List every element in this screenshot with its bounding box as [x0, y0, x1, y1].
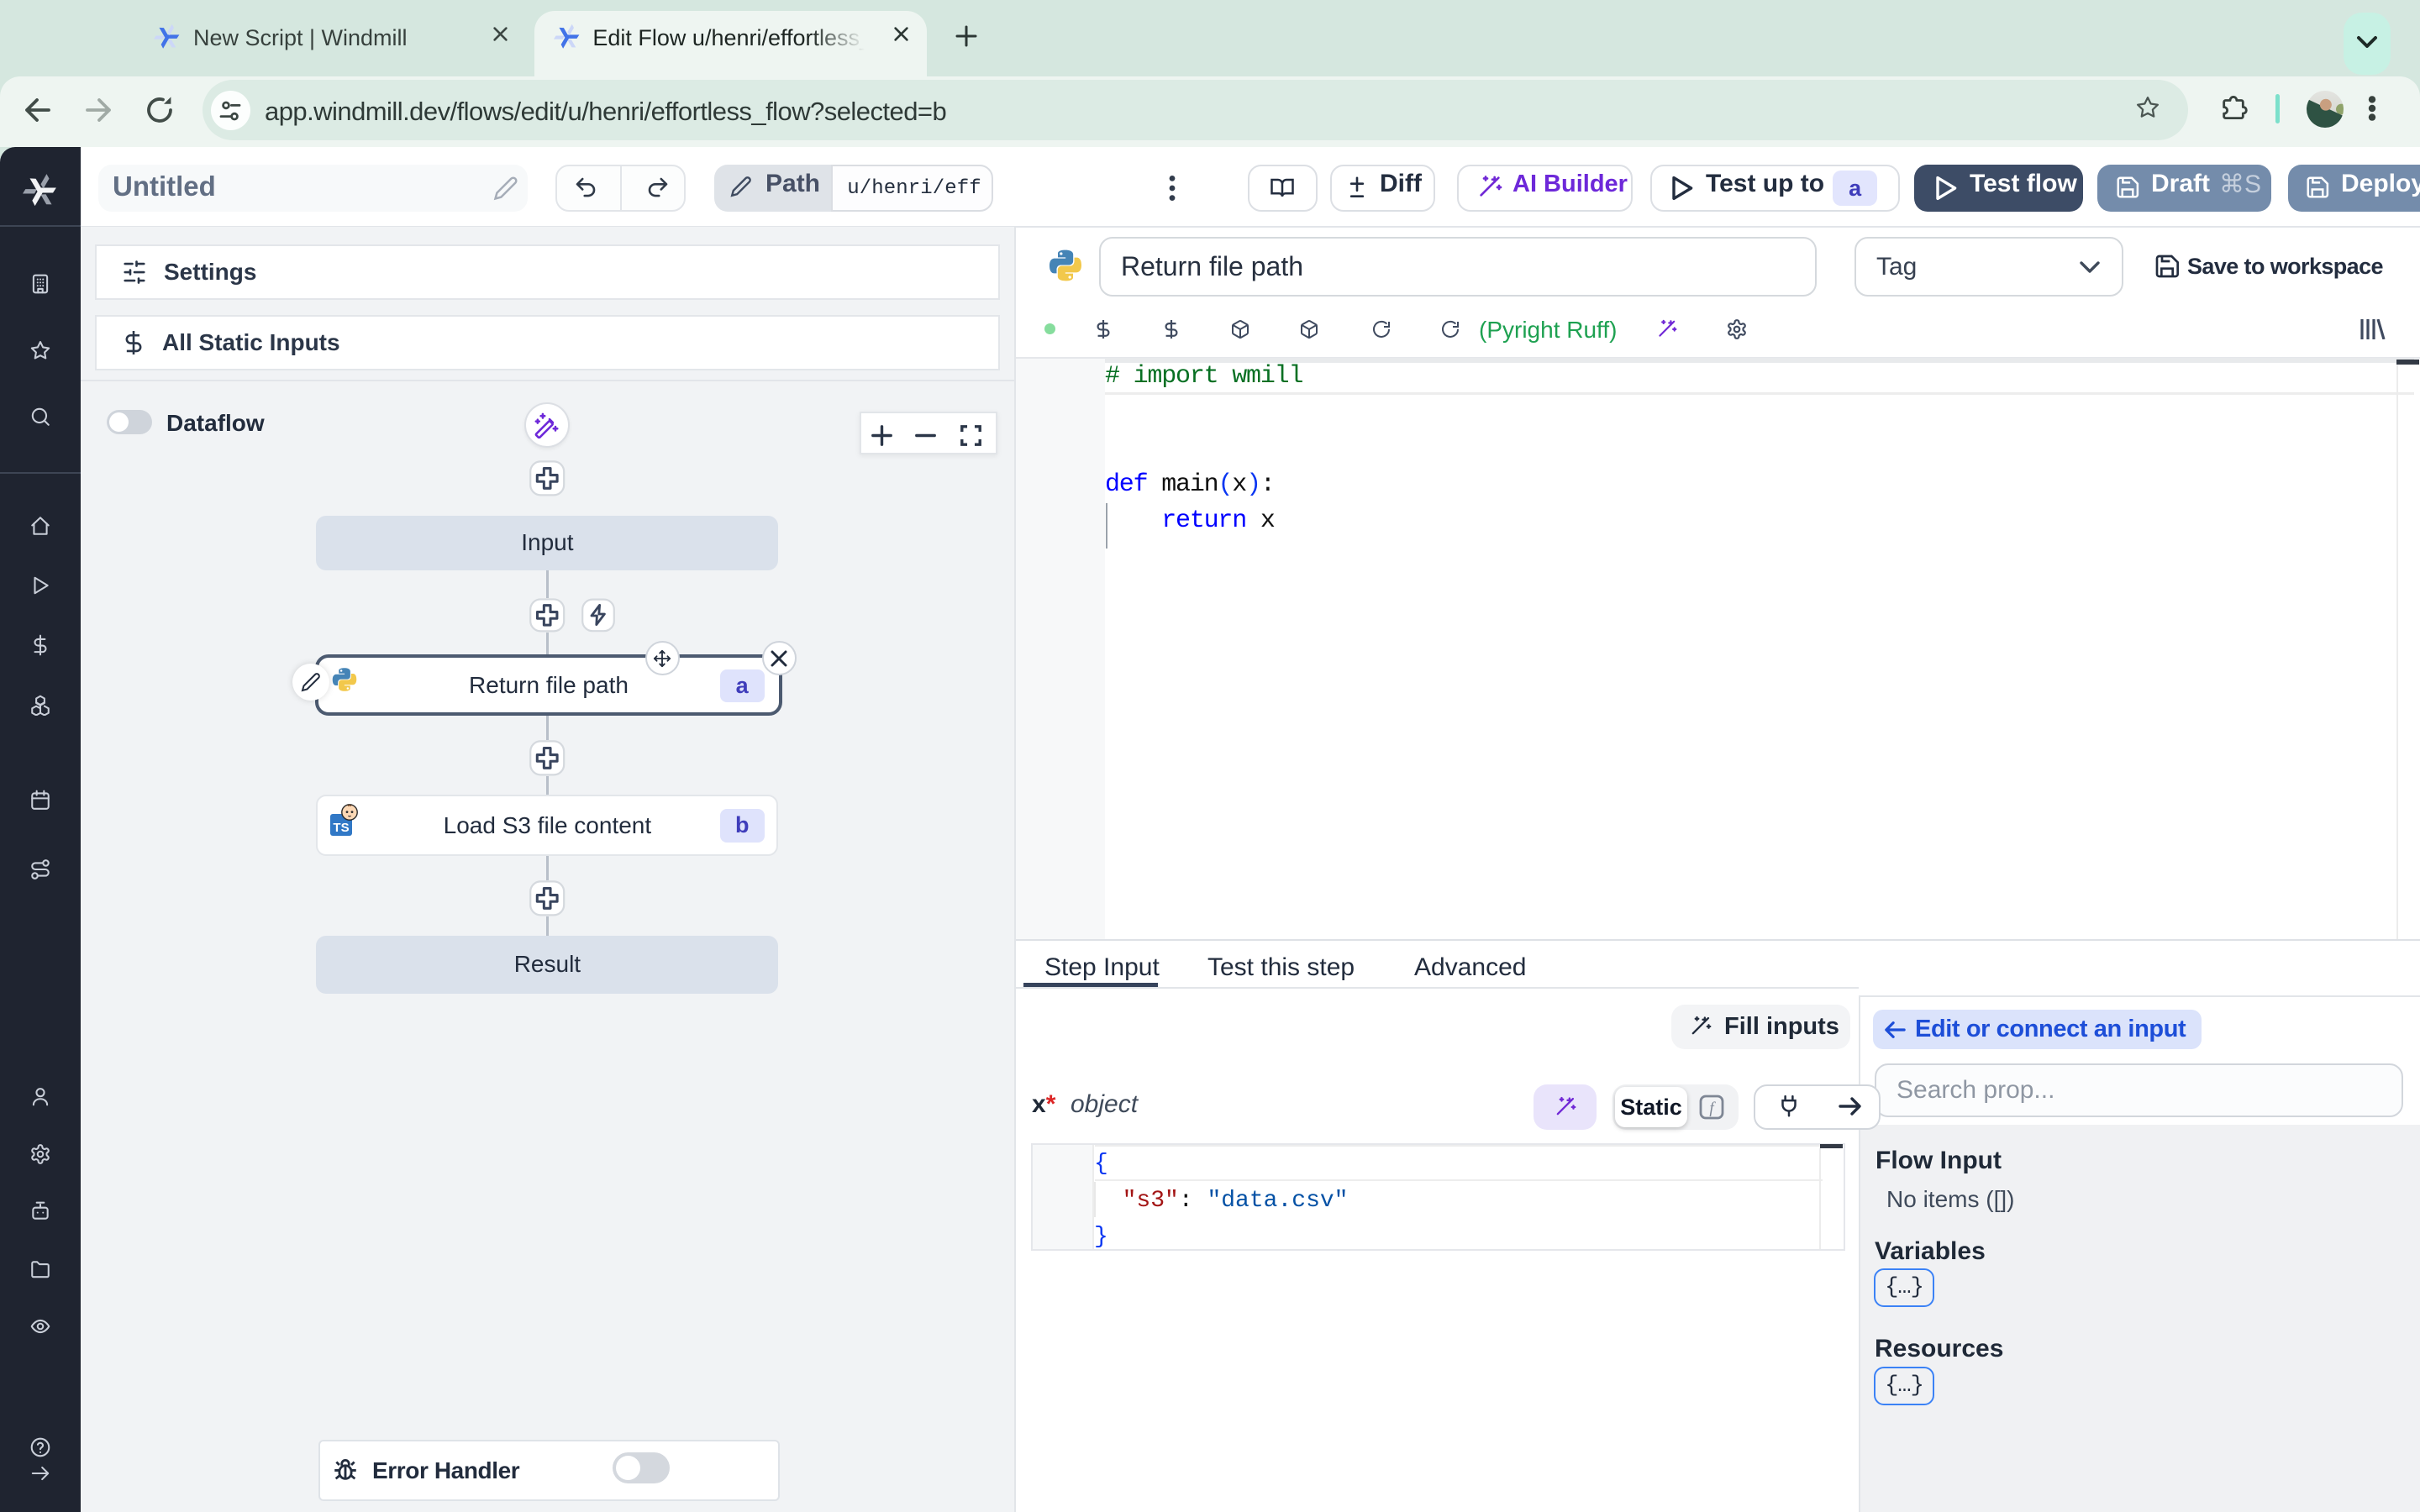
- svg-text:f: f: [1709, 1100, 1716, 1117]
- svg-text:TS: TS: [334, 821, 350, 835]
